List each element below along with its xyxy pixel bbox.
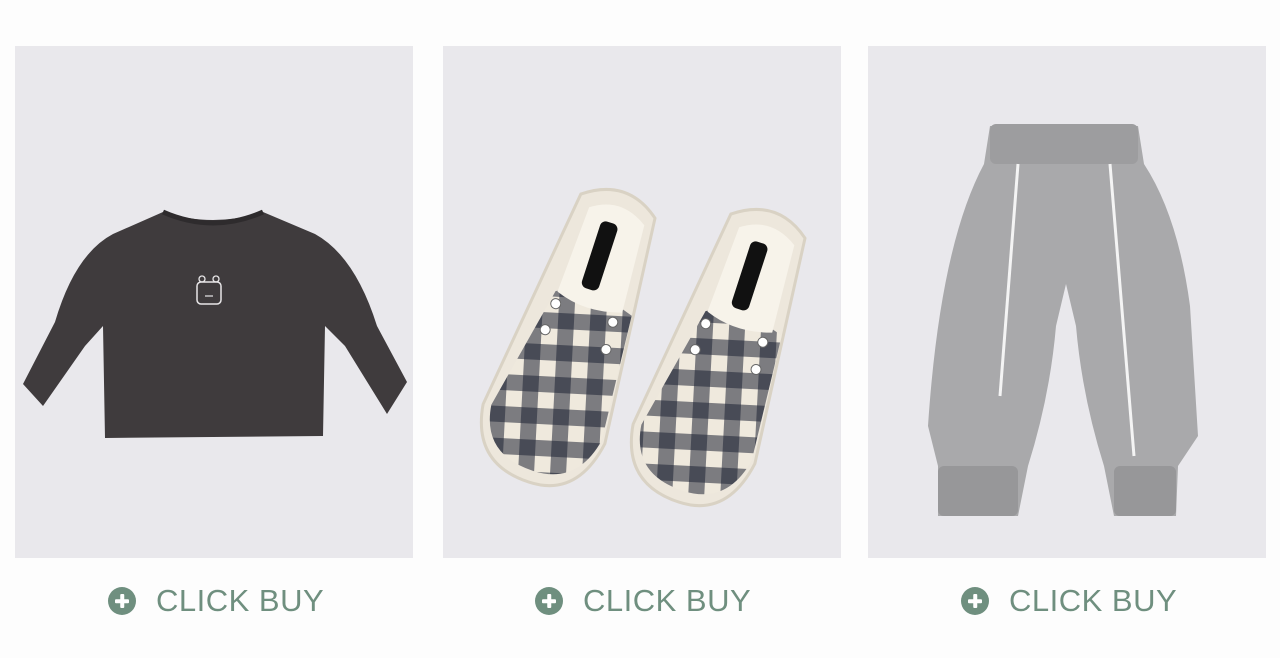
plus-circle-icon (108, 587, 136, 615)
click-buy-label: CLICK BUY (1009, 583, 1178, 618)
click-buy-button-3[interactable]: CLICK BUY (961, 580, 1177, 622)
click-buy-button-1[interactable]: CLICK BUY (108, 580, 324, 622)
click-buy-button-2[interactable]: CLICK BUY (535, 580, 751, 622)
plus-circle-icon (535, 587, 563, 615)
product-image-tshirt[interactable] (15, 46, 413, 558)
click-buy-label: CLICK BUY (156, 583, 325, 618)
product-image-pants[interactable] (868, 46, 1266, 558)
tshirt-image (23, 209, 407, 438)
pants-image (928, 124, 1198, 516)
shoes-image (479, 187, 807, 508)
click-buy-label: CLICK BUY (583, 583, 752, 618)
plus-circle-icon (961, 587, 989, 615)
product-image-shoes[interactable] (443, 46, 841, 558)
